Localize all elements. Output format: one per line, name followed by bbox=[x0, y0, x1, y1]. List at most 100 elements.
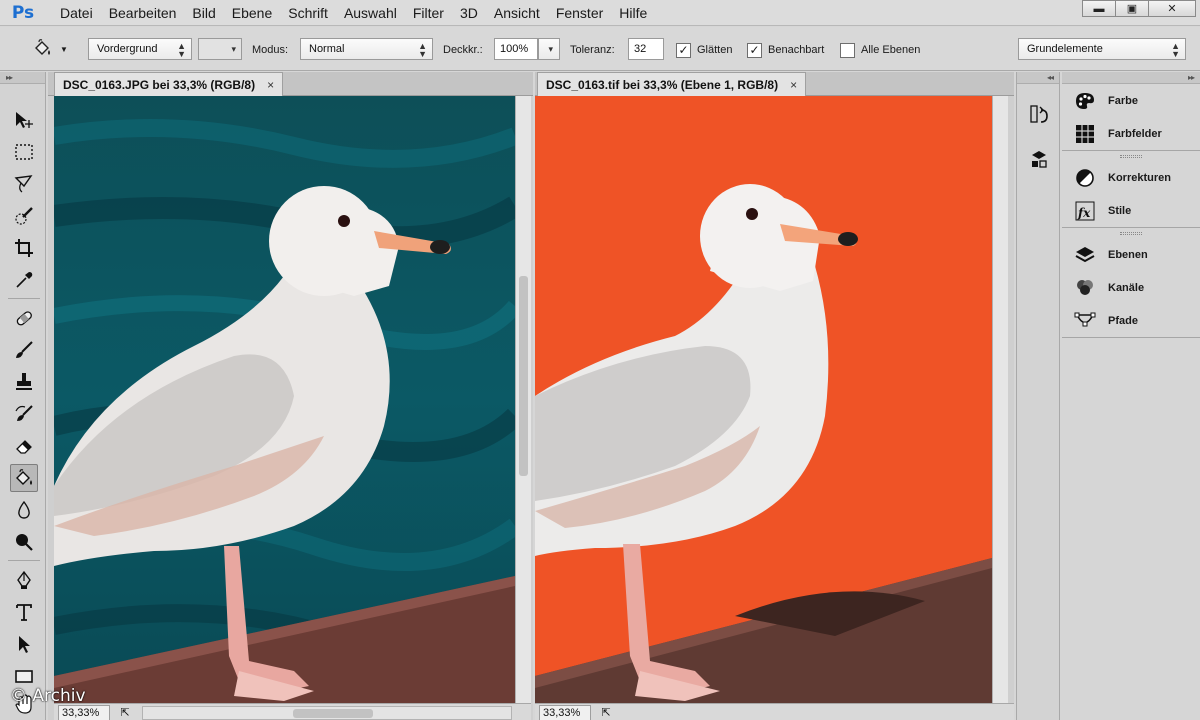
panel-pfade[interactable]: Pfade bbox=[1062, 304, 1200, 337]
brush-tool[interactable] bbox=[10, 336, 38, 364]
menu-hilfe[interactable]: Hilfe bbox=[611, 5, 655, 21]
properties-icon bbox=[1032, 151, 1047, 168]
stamp-tool[interactable] bbox=[10, 368, 38, 396]
marquee-tool[interactable] bbox=[10, 138, 38, 166]
seagull-photo-teal bbox=[54, 96, 515, 703]
opacity-input[interactable]: 100% bbox=[494, 38, 538, 60]
panel-grip[interactable] bbox=[1062, 151, 1200, 161]
tool-preset-picker[interactable]: ▼ bbox=[30, 38, 68, 60]
mode-label: Modus: bbox=[252, 44, 289, 56]
channels-icon bbox=[1077, 279, 1093, 295]
rectangle-icon bbox=[15, 670, 33, 683]
properties-panel-button[interactable] bbox=[1027, 148, 1051, 172]
pen-tool[interactable] bbox=[10, 566, 38, 594]
window-controls: ▬ ▣ ✕ bbox=[1082, 0, 1196, 17]
vertical-scrollbar[interactable] bbox=[992, 96, 1008, 703]
document-tab-jpg[interactable]: DSC_0163.JPG bei 33,3% (RGB/8) × bbox=[54, 72, 284, 96]
tolerance-input[interactable]: 32 bbox=[628, 38, 664, 60]
horizontal-scrollbar[interactable] bbox=[142, 705, 512, 720]
menu-bearbeiten[interactable]: Bearbeiten bbox=[101, 5, 185, 21]
close-button[interactable]: ✕ bbox=[1148, 0, 1196, 17]
type-tool[interactable] bbox=[10, 598, 38, 626]
opacity-dropdown[interactable]: ▾ bbox=[538, 38, 560, 60]
panel-label: Kanäle bbox=[1108, 281, 1145, 294]
healing-brush-tool[interactable] bbox=[10, 304, 38, 332]
chevron-down-icon: ▾ bbox=[231, 44, 236, 54]
share-icon[interactable]: ⇱ bbox=[116, 706, 134, 720]
zoom-level-input[interactable]: 33,33% bbox=[58, 704, 110, 720]
blur-icon bbox=[18, 500, 30, 519]
document-title: DSC_0163.tif bei 33,3% (Ebene 1, RGB/8) bbox=[546, 77, 779, 92]
menu-ansicht[interactable]: Ansicht bbox=[486, 5, 548, 21]
adjustments-icon bbox=[1076, 168, 1094, 187]
move-tool[interactable] bbox=[10, 106, 38, 134]
quick-select-tool[interactable] bbox=[10, 202, 38, 230]
panel-kanaele[interactable]: Kanäle bbox=[1062, 271, 1200, 304]
smooth-label: Glätten bbox=[697, 44, 733, 56]
menu-auswahl[interactable]: Auswahl bbox=[336, 5, 405, 21]
all-layers-checkbox[interactable]: Alle Ebenen bbox=[840, 39, 920, 61]
scrollbar-thumb[interactable] bbox=[519, 276, 528, 476]
vertical-scrollbar[interactable] bbox=[515, 96, 531, 703]
menu-3d[interactable]: 3D bbox=[452, 5, 486, 21]
panel-farbe[interactable]: Farbe bbox=[1062, 84, 1200, 117]
eraser-tool[interactable] bbox=[10, 432, 38, 460]
mode-select[interactable]: Normal ▲ ▼ bbox=[300, 38, 433, 60]
panel-korrekturen[interactable]: Korrekturen bbox=[1062, 161, 1200, 194]
scrollbar-thumb[interactable] bbox=[293, 708, 373, 718]
menu-bild[interactable]: Bild bbox=[184, 5, 223, 21]
history-brush-icon bbox=[15, 405, 33, 421]
panel-label: Ebenen bbox=[1108, 248, 1148, 261]
chevron-down-icon: ▾ bbox=[548, 44, 553, 54]
image-canvas-jpg[interactable] bbox=[54, 96, 515, 703]
path-select-tool[interactable] bbox=[10, 630, 38, 658]
workspace-select[interactable]: Grundelemente ▲ ▼ bbox=[1018, 38, 1186, 60]
lasso-icon bbox=[14, 175, 33, 193]
collapse-panel-icon[interactable]: ◂◂ bbox=[1017, 72, 1059, 84]
paths-icon bbox=[1074, 312, 1096, 326]
lasso-tool[interactable] bbox=[10, 170, 38, 198]
menu-fenster[interactable]: Fenster bbox=[548, 5, 611, 21]
crop-tool[interactable] bbox=[10, 234, 38, 262]
blur-tool[interactable] bbox=[10, 496, 38, 524]
menu-ebene[interactable]: Ebene bbox=[224, 5, 280, 21]
close-icon[interactable]: × bbox=[267, 78, 274, 92]
history-brush-tool[interactable] bbox=[10, 400, 38, 428]
panel-dock-icons: ◂◂ bbox=[1016, 72, 1060, 720]
menu-schrift[interactable]: Schrift bbox=[280, 5, 336, 21]
restore-button[interactable]: ▣ bbox=[1115, 0, 1149, 17]
dodge-tool[interactable] bbox=[10, 528, 38, 556]
smooth-checkbox[interactable]: ✓ Glätten bbox=[676, 39, 732, 61]
panel-ebenen[interactable]: Ebenen bbox=[1062, 238, 1200, 271]
contiguous-checkbox[interactable]: ✓ Benachbart bbox=[747, 39, 824, 61]
collapse-panel-icon[interactable]: ▸▸ bbox=[1062, 72, 1200, 84]
menu-filter[interactable]: Filter bbox=[405, 5, 452, 21]
zoom-level-input[interactable]: 33,33% bbox=[539, 704, 591, 720]
panel-list: ▸▸ Farbe Farbfelder Korrekturen fx Stile… bbox=[1062, 72, 1200, 720]
workspace-value: Grundelemente bbox=[1027, 43, 1103, 55]
panel-farbfelder[interactable]: Farbfelder bbox=[1062, 117, 1200, 150]
minimize-button[interactable]: ▬ bbox=[1082, 0, 1116, 17]
layers-icon bbox=[1075, 246, 1095, 262]
eyedropper-tool[interactable] bbox=[10, 266, 38, 294]
collapse-toolbox-icon[interactable]: ▸▸ bbox=[0, 72, 45, 84]
image-canvas-tif[interactable] bbox=[535, 96, 992, 703]
menu-datei[interactable]: Datei bbox=[46, 5, 101, 21]
photoshop-logo: Ps bbox=[11, 2, 35, 23]
eyedropper-icon bbox=[16, 272, 33, 288]
pattern-picker[interactable]: ▾ bbox=[198, 38, 242, 60]
document-tab-tif[interactable]: DSC_0163.tif bei 33,3% (Ebene 1, RGB/8) … bbox=[537, 72, 807, 96]
paint-bucket-tool[interactable] bbox=[10, 464, 38, 492]
type-icon bbox=[16, 604, 32, 621]
fill-source-select[interactable]: Vordergrund ▲ ▼ bbox=[88, 38, 192, 60]
panel-stile[interactable]: fx Stile bbox=[1062, 194, 1200, 227]
history-panel-button[interactable] bbox=[1027, 102, 1051, 126]
close-icon[interactable]: × bbox=[790, 78, 797, 92]
mode-value: Normal bbox=[309, 43, 345, 55]
updown-icon: ▲ ▼ bbox=[177, 41, 186, 59]
panel-grip[interactable] bbox=[1062, 228, 1200, 238]
checkmark-icon: ✓ bbox=[676, 42, 691, 58]
unchecked-box-icon bbox=[840, 42, 855, 58]
share-icon[interactable]: ⇱ bbox=[597, 706, 615, 720]
swatches-icon bbox=[1076, 124, 1094, 143]
